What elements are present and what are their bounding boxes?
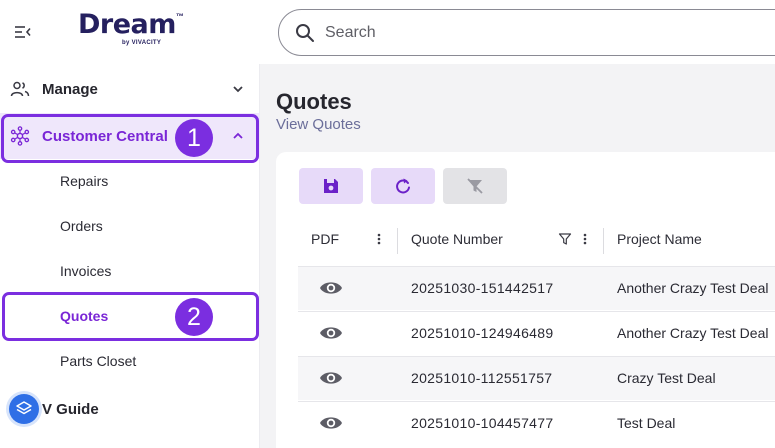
quote-number-cell: 20251030-151442517 bbox=[411, 280, 554, 296]
main-content: Quotes View Quotes PDF Quote Number Proj… bbox=[260, 64, 775, 448]
dream-logo[interactable]: Dream™ by VIVACITY bbox=[78, 10, 188, 56]
chevron-down-icon bbox=[233, 86, 243, 93]
sidebar-subitem-label: Repairs bbox=[60, 173, 109, 189]
table-row[interactable]: 20251010-104457477 Test Deal bbox=[298, 401, 775, 445]
column-header-pdf[interactable]: PDF bbox=[311, 224, 339, 254]
table-row[interactable]: 20251030-151442517 Another Crazy Test De… bbox=[298, 266, 775, 310]
search-icon bbox=[296, 24, 314, 42]
logo-trademark: ™ bbox=[175, 12, 184, 21]
quotes-table-card: PDF Quote Number Project Name 20251030-1… bbox=[276, 152, 775, 448]
logo-byline: by VIVACITY bbox=[122, 40, 162, 46]
top-bar: Dream™ by VIVACITY bbox=[0, 0, 775, 64]
sidebar-item-v-guide[interactable]: V Guide bbox=[0, 386, 260, 432]
refresh-button[interactable] bbox=[371, 168, 435, 204]
column-header-quote-number[interactable]: Quote Number bbox=[411, 224, 503, 254]
project-name-cell: Test Deal bbox=[617, 415, 676, 431]
sidebar-subitem-invoices[interactable]: Invoices bbox=[0, 252, 260, 292]
sidebar-subitem-label: Invoices bbox=[60, 263, 112, 279]
project-name-cell: Crazy Test Deal bbox=[617, 370, 716, 386]
eye-icon[interactable] bbox=[319, 414, 343, 432]
eye-icon[interactable] bbox=[319, 324, 343, 342]
eye-icon[interactable] bbox=[319, 279, 343, 297]
column-header-project-name[interactable]: Project Name bbox=[617, 224, 702, 254]
hub-icon bbox=[10, 126, 30, 146]
sidebar-subitem-label: Parts Closet bbox=[60, 353, 137, 369]
save-icon bbox=[324, 179, 338, 193]
clear-filters-button[interactable] bbox=[443, 168, 507, 204]
sidebar-subitem-orders[interactable]: Orders bbox=[0, 207, 260, 247]
save-button[interactable] bbox=[299, 168, 363, 204]
page-subtitle: View Quotes bbox=[276, 116, 361, 133]
layers-icon bbox=[9, 394, 39, 424]
filter-icon[interactable] bbox=[558, 232, 572, 246]
project-name-cell: Another Crazy Test Deal bbox=[617, 280, 769, 296]
users-icon bbox=[10, 81, 30, 97]
table-row[interactable]: 20251010-124946489 Another Crazy Test De… bbox=[298, 311, 775, 355]
sidebar-subitem-label: Quotes bbox=[60, 308, 109, 324]
page-title: Quotes bbox=[276, 89, 352, 114]
eye-icon[interactable] bbox=[319, 369, 343, 387]
sidebar: Manage Customer Central Repairs Orders I… bbox=[0, 64, 260, 448]
sidebar-item-customer-central[interactable]: Customer Central bbox=[0, 113, 260, 159]
search-input[interactable] bbox=[325, 20, 745, 46]
refresh-icon bbox=[396, 178, 410, 194]
project-name-cell: Another Crazy Test Deal bbox=[617, 325, 769, 341]
quote-number-cell: 20251010-104457477 bbox=[411, 415, 554, 431]
collapse-menu-icon[interactable] bbox=[12, 22, 32, 42]
sidebar-item-label: V Guide bbox=[42, 400, 99, 418]
table-row[interactable]: 20251010-112551757 Crazy Test Deal bbox=[298, 356, 775, 400]
sidebar-subitem-repairs[interactable]: Repairs bbox=[0, 162, 260, 202]
chevron-up-icon bbox=[233, 132, 243, 139]
sidebar-item-label: Customer Central bbox=[42, 127, 168, 145]
column-menu-icon[interactable] bbox=[580, 231, 590, 247]
column-menu-icon[interactable] bbox=[374, 231, 384, 247]
column-divider bbox=[397, 228, 398, 254]
quote-number-cell: 20251010-112551757 bbox=[411, 370, 553, 386]
sidebar-subitem-parts-closet[interactable]: Parts Closet bbox=[0, 342, 260, 382]
callout-badge-1: 1 bbox=[175, 119, 213, 157]
quote-number-cell: 20251010-124946489 bbox=[411, 325, 554, 341]
clear-filter-icon bbox=[467, 178, 483, 194]
sidebar-subitem-quotes[interactable]: Quotes bbox=[0, 297, 260, 337]
sidebar-subitem-label: Orders bbox=[60, 218, 103, 234]
sidebar-item-manage[interactable]: Manage bbox=[0, 66, 260, 112]
column-divider bbox=[603, 228, 604, 254]
logo-wordmark: Dream bbox=[78, 9, 176, 40]
search-bar[interactable] bbox=[278, 9, 775, 56]
callout-badge-2: 2 bbox=[175, 298, 213, 336]
sidebar-item-label: Manage bbox=[42, 80, 98, 98]
